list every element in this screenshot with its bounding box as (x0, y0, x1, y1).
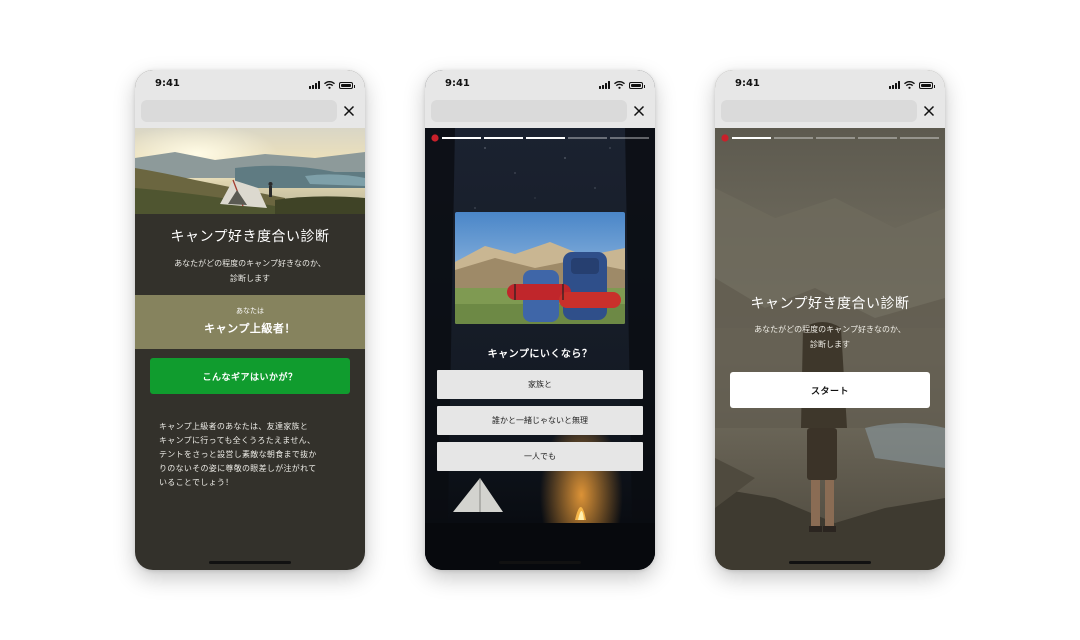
backpack-photo (455, 212, 625, 324)
answer-option-1[interactable]: 家族と (437, 370, 643, 399)
status-time: 9:41 (445, 78, 470, 89)
battery-icon (919, 82, 935, 89)
signal-icon (309, 81, 320, 89)
address-field[interactable] (721, 100, 917, 122)
camping-hero-image (135, 128, 365, 214)
browser-bar (715, 98, 945, 128)
brand-logo-icon (431, 134, 439, 142)
progress-segment (732, 137, 771, 139)
wifi-icon (904, 81, 915, 89)
wifi-icon (324, 81, 335, 89)
result-label: あなたは (236, 307, 264, 315)
status-bar: 9:41 (425, 70, 655, 98)
browser-bar (135, 98, 365, 128)
status-time: 9:41 (155, 78, 180, 89)
progress-segment (568, 137, 607, 139)
phone-result-screen: 9:41 キャンプ好き度合い診断 あなたがどの程度のキャンプ好きなのか、 診断し… (135, 70, 365, 570)
close-icon[interactable] (921, 103, 937, 119)
answer-option-2[interactable]: 誰かと一緒じゃないと無理 (437, 406, 643, 435)
progress-segment (774, 137, 813, 139)
quiz-title: キャンプ好き度合い診断 (750, 296, 910, 312)
result-banner: あなたは キャンプ上級者！ (135, 295, 365, 349)
phone-question-screen: 9:41 キャンプにいくなら？ 家族と 誰かと一緒じゃないと無理 一人でも (425, 70, 655, 570)
battery-icon (339, 82, 355, 89)
description-line: あなたがどの程度のキャンプ好きなのか、 (754, 325, 906, 334)
progress-segment (442, 137, 481, 139)
body-line: キャンプ上級者のあなたは、友達家族と (159, 422, 309, 431)
body-line: いることでしょう！ (159, 478, 234, 487)
result-value: キャンプ上級者！ (204, 322, 296, 335)
signal-icon (889, 81, 900, 89)
description-line: 診断します (810, 340, 850, 349)
status-time: 9:41 (735, 78, 760, 89)
question-text: キャンプにいくなら？ (487, 349, 593, 360)
description-line: あなたがどの程度のキャンプ好きなのか、 (174, 259, 326, 268)
progress-segment (610, 137, 649, 139)
quiz-progress-bar (721, 134, 939, 142)
progress-segment (484, 137, 523, 139)
start-button[interactable]: スタート (730, 372, 930, 408)
quiz-description: あなたがどの程度のキャンプ好きなのか、 診断します (155, 256, 345, 286)
close-icon[interactable] (341, 103, 357, 119)
status-bar: 9:41 (135, 70, 365, 98)
home-indicator (499, 561, 581, 564)
address-field[interactable] (431, 100, 627, 122)
signal-icon (599, 81, 610, 89)
home-indicator (789, 561, 871, 564)
battery-icon (629, 82, 645, 89)
phone-start-screen: 9:41 キャンプ好き度合い診断 あなたがどの程度のキャンプ好きなのか、 診断し… (715, 70, 945, 570)
quiz-description: あなたがどの程度のキャンプ好きなのか、 診断します (735, 322, 925, 352)
close-icon[interactable] (631, 103, 647, 119)
answer-option-3[interactable]: 一人でも (437, 442, 643, 471)
quiz-title: キャンプ好き度合い診断 (170, 229, 330, 245)
body-line: キャンプに行っても全くうろたえません、 (159, 436, 316, 445)
brand-logo-icon (721, 134, 729, 142)
result-body-text: キャンプ上級者のあなたは、友達家族と キャンプに行っても全くうろたえません、 テ… (159, 420, 345, 490)
progress-segment (858, 137, 897, 139)
browser-bar (425, 98, 655, 128)
description-line: 診断します (230, 274, 270, 283)
gear-suggestion-button[interactable]: こんなギアはいかが？ (150, 358, 350, 394)
quiz-progress-bar (431, 134, 649, 142)
body-line: りのないその姿に尊敬の眼差しが注がれて (159, 464, 317, 473)
wifi-icon (614, 81, 625, 89)
progress-segment (526, 137, 565, 139)
home-indicator (209, 561, 291, 564)
body-line: テントをさっと設営し素敵な朝食まで抜か (159, 450, 317, 459)
status-bar: 9:41 (715, 70, 945, 98)
progress-segment (900, 137, 939, 139)
progress-segment (816, 137, 855, 139)
address-field[interactable] (141, 100, 337, 122)
